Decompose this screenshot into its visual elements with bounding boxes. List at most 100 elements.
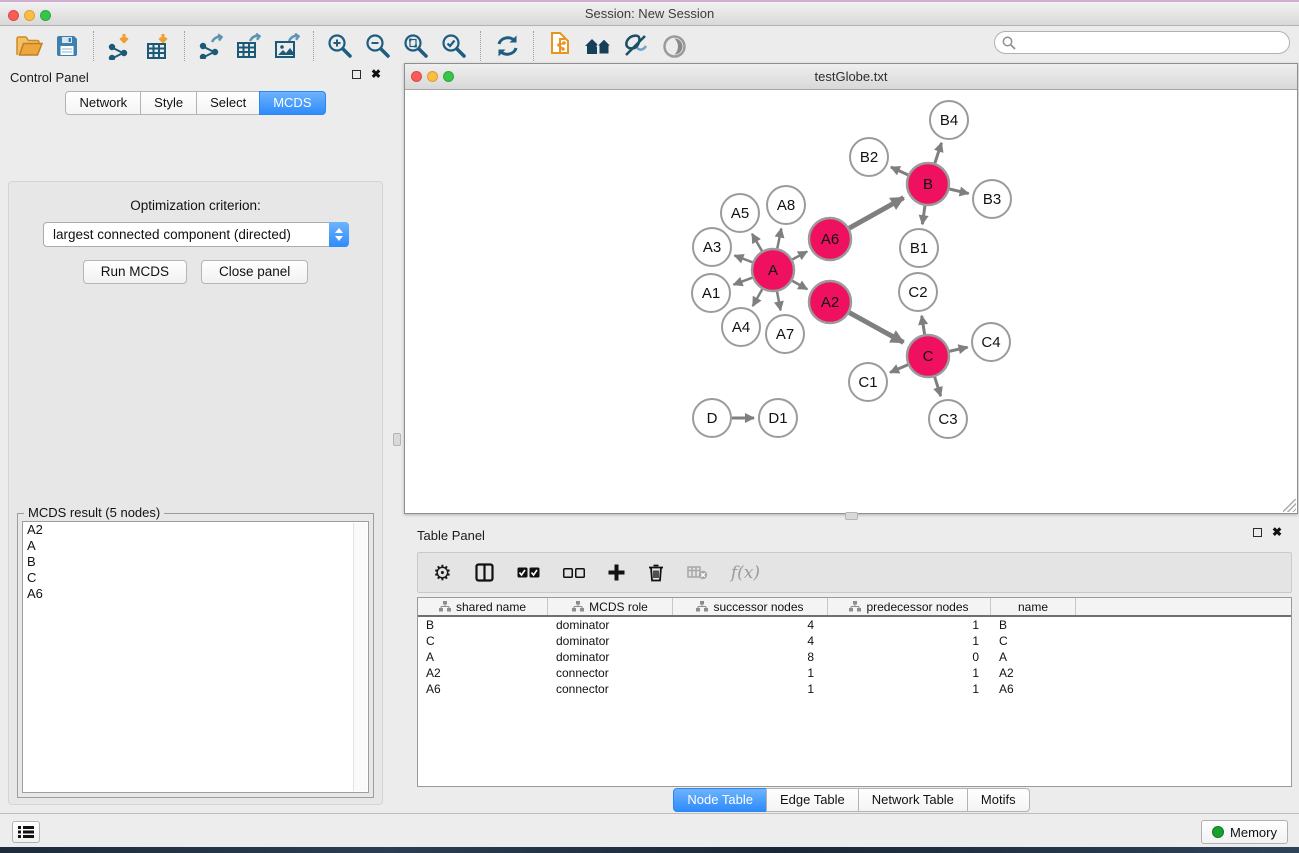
- graph-node-A3[interactable]: A3: [693, 228, 731, 266]
- deselect-all-icon[interactable]: [563, 561, 585, 585]
- graph-node-A7[interactable]: A7: [766, 315, 804, 353]
- graph-node-D[interactable]: D: [693, 399, 731, 437]
- graph-node-A[interactable]: A: [752, 249, 794, 291]
- graph-node-A8[interactable]: A8: [767, 186, 805, 224]
- zoom-fit-icon[interactable]: [397, 30, 435, 62]
- graph-node-B3[interactable]: B3: [973, 180, 1011, 218]
- graph-edge-C-C4[interactable]: [949, 347, 967, 351]
- graph-edge-C-C1[interactable]: [890, 365, 908, 373]
- minimize-window-icon[interactable]: [24, 10, 35, 21]
- close-panel-icon[interactable]: ✖: [371, 69, 381, 79]
- table-row[interactable]: A6connector11A6: [418, 681, 1291, 697]
- select-all-icon[interactable]: [517, 561, 540, 585]
- float-panel-icon[interactable]: [352, 70, 361, 79]
- graphics-details-icon[interactable]: [617, 30, 655, 62]
- column-header-successor-nodes[interactable]: successor nodes: [673, 598, 828, 615]
- home-view-icon[interactable]: [579, 30, 617, 62]
- table-row[interactable]: Cdominator41C: [418, 633, 1291, 649]
- zoom-out-icon[interactable]: [359, 30, 397, 62]
- graph-edge-C-C3[interactable]: [935, 377, 941, 396]
- graph-node-C2[interactable]: C2: [899, 273, 937, 311]
- tab-network[interactable]: Network: [65, 91, 141, 115]
- result-scrollbar[interactable]: [353, 523, 367, 791]
- graph-node-D1[interactable]: D1: [759, 399, 797, 437]
- graph-edge-A6-B[interactable]: [849, 198, 903, 229]
- zoom-selected-icon[interactable]: [435, 30, 473, 62]
- window-resize-grip[interactable]: [1283, 499, 1296, 512]
- tab-style[interactable]: Style: [140, 91, 197, 115]
- graph-edge-B-B4[interactable]: [935, 143, 942, 163]
- close-panel-button[interactable]: Close panel: [201, 260, 308, 284]
- graph-edge-C-C2[interactable]: [922, 316, 925, 335]
- search-box[interactable]: [994, 31, 1290, 54]
- add-column-icon[interactable]: [608, 561, 625, 585]
- graph-edge-A-A1[interactable]: [734, 278, 753, 285]
- tab-node-table[interactable]: Node Table: [673, 788, 767, 812]
- export-network-icon[interactable]: [192, 30, 230, 62]
- close-window-icon[interactable]: [8, 10, 19, 21]
- refresh-layout-icon[interactable]: [488, 30, 526, 62]
- graph-node-B1[interactable]: B1: [900, 229, 938, 267]
- import-table-icon[interactable]: [139, 30, 177, 62]
- graph-edge-A-A2[interactable]: [792, 281, 807, 290]
- graph-node-A6[interactable]: A6: [809, 218, 851, 260]
- import-network-icon[interactable]: [101, 30, 139, 62]
- close-network-icon[interactable]: [411, 71, 422, 82]
- column-layout-icon[interactable]: [475, 561, 494, 585]
- maximize-network-icon[interactable]: [443, 71, 454, 82]
- tab-select[interactable]: Select: [196, 91, 260, 115]
- graph-node-B2[interactable]: B2: [850, 138, 888, 176]
- optimization-select[interactable]: largest connected component (directed): [43, 222, 349, 247]
- zoom-in-icon[interactable]: [321, 30, 359, 62]
- graph-node-A5[interactable]: A5: [721, 194, 759, 232]
- mcds-result-item[interactable]: A2: [23, 522, 368, 538]
- graph-node-A4[interactable]: A4: [722, 308, 760, 346]
- tab-network-table[interactable]: Network Table: [858, 788, 968, 812]
- table-row[interactable]: Adominator80A: [418, 649, 1291, 665]
- tab-edge-table[interactable]: Edge Table: [766, 788, 859, 812]
- open-session-icon[interactable]: [10, 30, 48, 62]
- maximize-window-icon[interactable]: [40, 10, 51, 21]
- graph-edge-A-A6[interactable]: [792, 251, 807, 259]
- vertical-splitter-handle[interactable]: [393, 433, 401, 446]
- graph-node-A1[interactable]: A1: [692, 274, 730, 312]
- export-image-icon[interactable]: [268, 30, 306, 62]
- graph-node-B4[interactable]: B4: [930, 101, 968, 139]
- graph-edge-A-A4[interactable]: [753, 289, 762, 306]
- clone-network-icon[interactable]: [541, 30, 579, 62]
- close-table-panel-icon[interactable]: ✖: [1272, 527, 1282, 537]
- float-table-panel-icon[interactable]: [1253, 528, 1262, 537]
- tab-motifs[interactable]: Motifs: [967, 788, 1030, 812]
- table-settings-gear-icon[interactable]: ⚙: [433, 561, 452, 585]
- graph-edge-A-A3[interactable]: [734, 255, 752, 262]
- graph-edge-A-A7[interactable]: [777, 292, 781, 311]
- graph-node-A2[interactable]: A2: [809, 281, 851, 323]
- network-window-titlebar[interactable]: testGlobe.txt: [405, 64, 1297, 90]
- delete-column-trash-icon[interactable]: [648, 561, 664, 585]
- table-row[interactable]: A2connector11A2: [418, 665, 1291, 681]
- mcds-result-item[interactable]: C: [23, 570, 368, 586]
- mcds-result-item[interactable]: A6: [23, 586, 368, 602]
- column-header-shared-name[interactable]: shared name: [418, 598, 548, 615]
- graph-node-B[interactable]: B: [907, 163, 949, 205]
- memory-button[interactable]: Memory: [1201, 820, 1288, 844]
- show-hide-preview-icon[interactable]: [655, 30, 693, 62]
- graph-node-C[interactable]: C: [907, 335, 949, 377]
- horizontal-splitter-handle[interactable]: [845, 512, 858, 520]
- column-header-name[interactable]: name: [991, 598, 1076, 615]
- graph-node-C1[interactable]: C1: [849, 363, 887, 401]
- task-history-button[interactable]: [12, 821, 40, 843]
- graph-node-C4[interactable]: C4: [972, 323, 1010, 361]
- save-session-icon[interactable]: [48, 30, 86, 62]
- column-header-predecessor-nodes[interactable]: predecessor nodes: [828, 598, 991, 615]
- column-header-mcds-role[interactable]: MCDS role: [548, 598, 673, 615]
- search-input[interactable]: [1016, 33, 1289, 52]
- minimize-network-icon[interactable]: [427, 71, 438, 82]
- graph-edge-B-B3[interactable]: [949, 189, 968, 194]
- export-table-icon[interactable]: [230, 30, 268, 62]
- table-row[interactable]: Bdominator41B: [418, 617, 1291, 633]
- run-mcds-button[interactable]: Run MCDS: [83, 260, 187, 284]
- network-canvas[interactable]: B4B2BB3A8A5A6A3B1AC2A1A2A4A7C4CC1DD1C3: [406, 90, 1296, 512]
- tab-mcds[interactable]: MCDS: [259, 91, 325, 115]
- graph-edge-B-B1[interactable]: [922, 206, 925, 224]
